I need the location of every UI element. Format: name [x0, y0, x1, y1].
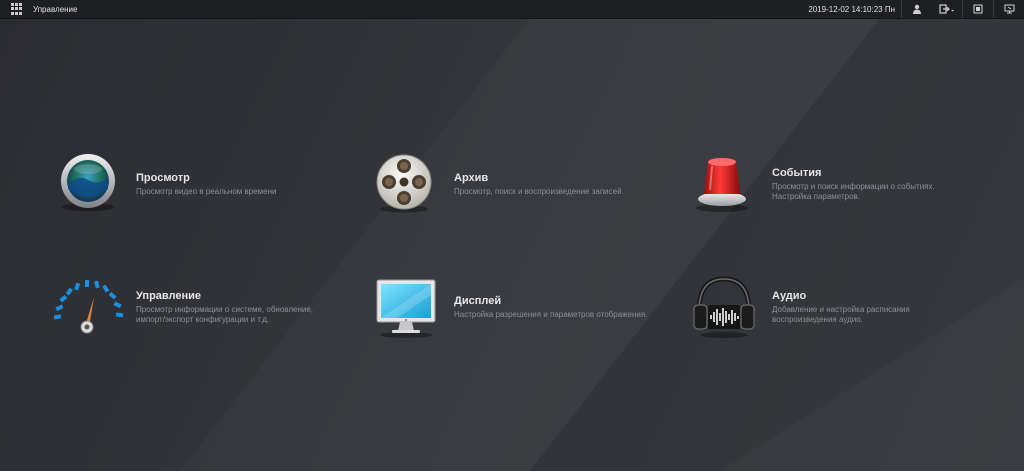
tile-archive[interactable]: Архив Просмотр, поиск и воспроизведение …: [372, 152, 654, 216]
alarm-siren-icon: [696, 158, 748, 212]
tile-audio[interactable]: Аудио Добавление и настройка расписания …: [690, 275, 972, 339]
background-stripes: [530, 18, 1024, 471]
logout-icon: [939, 4, 954, 14]
tile-description: Просмотр информации о системе, обновлени…: [136, 304, 314, 324]
tile-title: Дисплей: [454, 294, 502, 307]
user-icon: [913, 4, 921, 14]
tile-live-view[interactable]: Просмотр Просмотр видео в реальном време…: [54, 152, 336, 216]
top-bar: Управление 2019-12-02 14:10:23 Пн: [0, 0, 1024, 19]
datetime: 2019-12-02 14:10:23 Пн: [808, 4, 895, 14]
page-title: Управление: [33, 4, 78, 14]
record-button[interactable]: [963, 0, 993, 18]
tile-text: Аудио Добавление и настройка расписания …: [772, 290, 972, 325]
tile-text: Дисплей Настройка разрешения и параметро…: [454, 295, 654, 320]
tile-events[interactable]: События Просмотр и поиск информации о со…: [690, 152, 972, 216]
tile-text: Архив Просмотр, поиск и воспроизведение …: [454, 172, 654, 197]
tile-text: Управление Просмотр информации о системе…: [136, 290, 336, 325]
tile-text: Просмотр Просмотр видео в реальном време…: [136, 172, 336, 197]
user-button[interactable]: [902, 0, 932, 18]
live-view-icon: [61, 154, 115, 211]
tile-title: Аудио: [772, 289, 807, 302]
gauge-icon: [54, 279, 124, 334]
film-reel-icon: [376, 154, 434, 213]
tile-description: Добавление и настройка расписания воспро…: [772, 304, 910, 324]
tile-description: Просмотр видео в реальном времени: [136, 186, 277, 196]
logout-button[interactable]: [932, 0, 962, 18]
record-icon: [973, 4, 983, 14]
tile-description: Просмотр и поиск информации о событиях. …: [772, 181, 935, 201]
tile-title: Архив: [454, 171, 489, 184]
apps-grid-icon[interactable]: [11, 3, 23, 15]
headphones-icon: [693, 276, 755, 338]
tile-management[interactable]: Управление Просмотр информации о системе…: [54, 275, 336, 339]
display-button[interactable]: [994, 0, 1024, 18]
tile-display[interactable]: Дисплей Настройка разрешения и параметро…: [372, 275, 654, 339]
tile-title: Управление: [136, 289, 202, 302]
tile-title: События: [772, 166, 822, 179]
monitor-icon: [376, 279, 436, 338]
top-bar-right: 2019-12-02 14:10:23 Пн: [808, 0, 1024, 18]
tile-title: Просмотр: [136, 171, 190, 184]
background: [0, 18, 1024, 471]
tile-description: Настройка разрешения и параметров отобра…: [454, 309, 648, 319]
display-icon: [1004, 4, 1014, 14]
tile-text: События Просмотр и поиск информации о со…: [772, 167, 972, 202]
tile-description: Просмотр, поиск и воспроизведение записе…: [454, 186, 624, 196]
